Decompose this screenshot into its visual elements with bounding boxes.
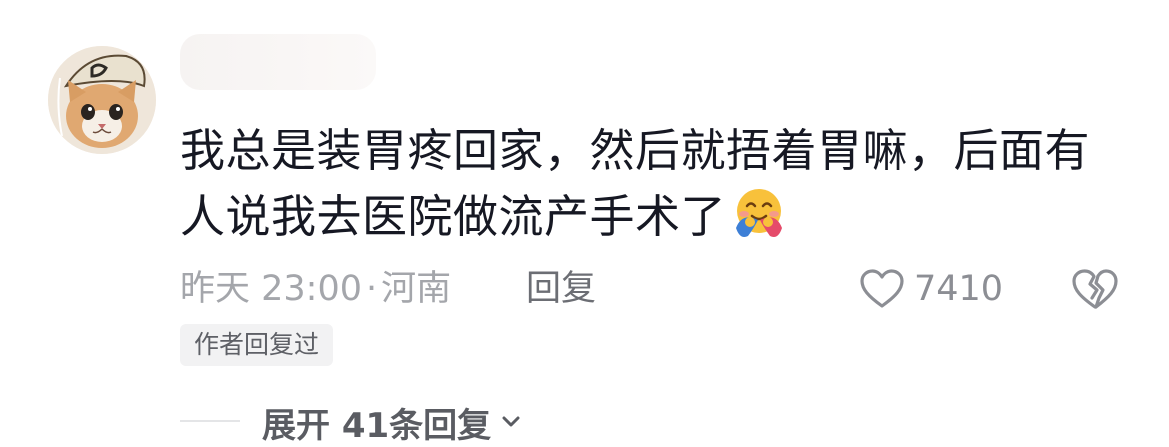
heart-outline-icon bbox=[860, 269, 904, 308]
comment-location: 河南 bbox=[381, 269, 452, 309]
expand-replies-label: 展开 41条回复 bbox=[262, 405, 492, 446]
comment-meta: 昨天 23:00 · 河南 bbox=[180, 264, 451, 314]
comment-text-line-1: 我总是装胃疼回家，然后就捂着胃嘛，后面有 bbox=[180, 124, 1091, 177]
broken-heart-icon bbox=[1072, 269, 1118, 309]
dislike-button[interactable] bbox=[1070, 264, 1120, 314]
like-count: 7410 bbox=[914, 269, 1004, 309]
comment-item: 我总是装胃疼回家，然后就捂着胃嘛，后面有 人说我去医院做流产手术了 昨天 23:… bbox=[0, 0, 1169, 447]
reply-button[interactable]: 回复 bbox=[526, 264, 596, 314]
chevron-down-icon bbox=[502, 416, 520, 427]
username[interactable] bbox=[180, 34, 376, 90]
comment-text-line-2-text: 人说我去医院做流产手术了 bbox=[180, 190, 727, 243]
kitten-avatar-image bbox=[48, 46, 156, 154]
comment-time: 昨天 23:00 bbox=[180, 269, 362, 309]
divider bbox=[180, 420, 240, 422]
expand-replies-button[interactable]: 展开 41条回复 bbox=[262, 398, 525, 446]
author-replied-badge: 作者回复过 bbox=[180, 324, 334, 366]
smiling-face-with-open-hands-emoji bbox=[730, 184, 788, 242]
comment-text-line-2: 人说我去医院做流产手术了 bbox=[180, 184, 1100, 250]
avatar[interactable] bbox=[48, 46, 156, 154]
like-button[interactable]: 7410 bbox=[858, 262, 1003, 316]
meta-separator: · bbox=[366, 269, 378, 309]
comment-text: 我总是装胃疼回家，然后就捂着胃嘛，后面有 人说我去医院做流产手术了 bbox=[180, 118, 1100, 250]
